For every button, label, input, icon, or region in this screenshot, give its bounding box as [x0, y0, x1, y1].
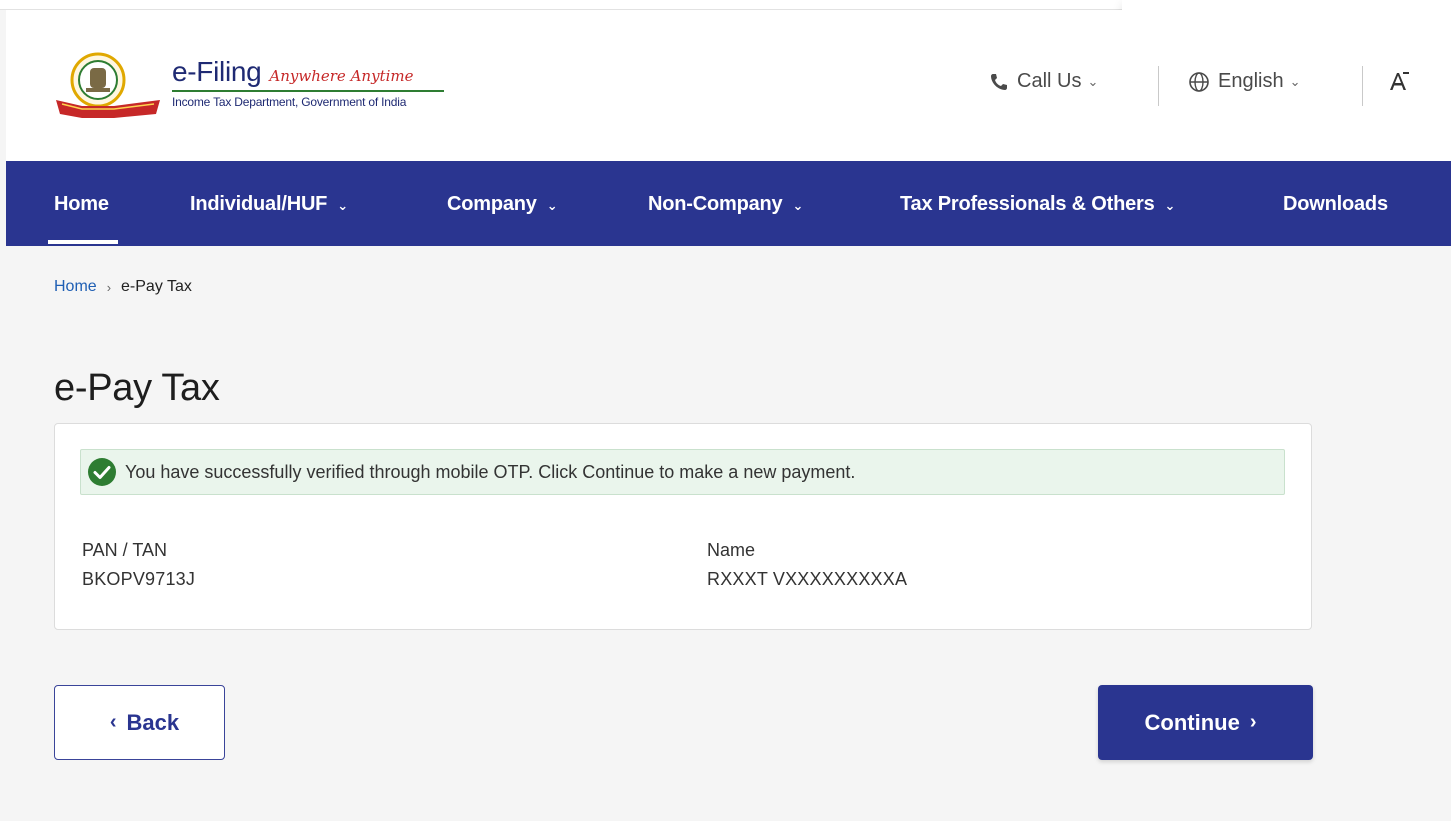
chevron-down-icon: ⌄	[337, 198, 348, 213]
brand-name: e-Filing	[172, 56, 262, 87]
emblem-icon	[56, 52, 160, 118]
name-label: Name	[707, 540, 756, 560]
page-title: e-Pay Tax	[54, 367, 220, 409]
taxpayer-details-card: You have successfully verified through m…	[54, 423, 1312, 630]
breadcrumb: Home › e-Pay Tax	[54, 278, 192, 296]
globe-icon	[1189, 71, 1209, 92]
back-button[interactable]: ‹ Back	[54, 685, 225, 760]
language-dropdown[interactable]: English ⌄	[1188, 70, 1301, 93]
brand-rule	[172, 90, 444, 92]
chevron-down-icon: ⌄	[546, 198, 558, 213]
success-banner: You have successfully verified through m…	[80, 449, 1285, 495]
header-divider	[1362, 66, 1363, 106]
chevron-down-icon: ⌄	[1164, 198, 1176, 213]
continue-button[interactable]: Continue ›	[1098, 685, 1313, 760]
chevron-down-icon: ⌄	[1289, 73, 1301, 89]
pan-tan-value: BKOPV9713J	[82, 569, 196, 589]
font-size-icon[interactable]	[1388, 70, 1410, 92]
pan-tan-field: PAN / TAN BKOPV9713J	[82, 540, 195, 590]
header-divider	[1158, 66, 1159, 106]
site-header: e-Filing Anywhere Anytime Income Tax Dep…	[6, 10, 1451, 161]
efiling-logo[interactable]: e-Filing Anywhere Anytime Income Tax Dep…	[52, 48, 452, 124]
call-us-dropdown[interactable]: Call Us ⌄	[989, 70, 1098, 93]
chevron-left-icon: ‹	[109, 711, 117, 733]
nav-item-tax-professionals[interactable]: Tax Professionals & Others ⌄	[900, 193, 1175, 216]
check-circle-icon	[88, 458, 116, 486]
call-us-label: Call Us	[1017, 70, 1082, 92]
name-value: RXXXT VXXXXXXXXXA	[707, 569, 908, 589]
chevron-down-icon: ⌄	[1087, 73, 1099, 89]
brand-tagline: Anywhere Anytime	[269, 67, 414, 85]
chevron-right-icon: ›	[106, 279, 112, 295]
name-field: Name RXXXT VXXXXXXXXXA	[707, 540, 907, 590]
brand-subtitle: Income Tax Department, Government of Ind…	[172, 95, 407, 109]
continue-button-label: Continue	[1144, 709, 1240, 735]
breadcrumb-home-link[interactable]: Home	[54, 278, 97, 296]
pan-tan-label: PAN / TAN	[82, 540, 168, 560]
main-nav: Home Individual/HUF ⌄ Company ⌄ Non-Compan…	[6, 161, 1451, 246]
nav-active-indicator	[48, 240, 118, 244]
phone-icon	[991, 73, 1007, 90]
back-button-label: Back	[126, 709, 180, 735]
language-label: English	[1218, 70, 1284, 92]
chevron-down-icon: ⌄	[792, 198, 804, 213]
nav-item-individual-huf[interactable]: Individual/HUF ⌄	[190, 193, 348, 216]
chevron-right-icon: ›	[1249, 711, 1257, 733]
font-size-glyph-icon	[1390, 72, 1409, 90]
nav-item-company[interactable]: Company ⌄	[447, 193, 558, 216]
breadcrumb-current: e-Pay Tax	[121, 278, 192, 295]
nav-item-home[interactable]: Home	[54, 193, 109, 216]
success-message: You have successfully verified through m…	[125, 461, 856, 482]
nav-item-non-company[interactable]: Non-Company ⌄	[648, 193, 803, 216]
nav-item-downloads[interactable]: Downloads	[1283, 193, 1388, 216]
